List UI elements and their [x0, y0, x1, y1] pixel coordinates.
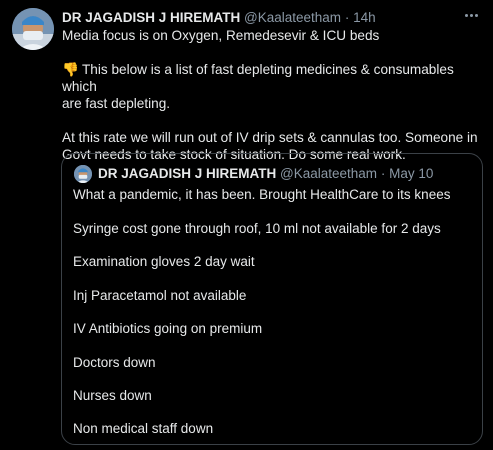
more-options-icon[interactable]: [461, 7, 481, 23]
author-handle[interactable]: @Kaalateetham: [244, 10, 341, 25]
quoted-line: Examination gloves 2 day wait: [73, 254, 255, 269]
quoted-author-name: DR JAGADISH J HIREMATH: [98, 166, 277, 181]
tweet-line: Media focus is on Oxygen, Remedesevir & …: [62, 28, 380, 43]
quoted-line: Inj Paracetamol not available: [73, 288, 247, 303]
quoted-line: Doctors down: [73, 355, 156, 370]
thumbs-down-emoji: 👎: [62, 62, 79, 77]
tweet-line: are fast depleting.: [62, 96, 171, 111]
tweet-header: DR JAGADISH J HIREMATH @Kaalateetham · 1…: [62, 9, 453, 27]
quoted-tweet[interactable]: DR JAGADISH J HIREMATH @Kaalateetham · M…: [61, 153, 483, 445]
quoted-avatar: [74, 165, 92, 183]
separator-dot: ·: [380, 166, 386, 181]
tweet-line: 👎 This below is a list of fast depleting …: [62, 62, 454, 94]
quoted-date: May 10: [389, 166, 434, 181]
quoted-line: Syringe cost gone through roof, 10 ml no…: [73, 221, 441, 236]
quoted-author-handle: @Kaalateetham: [280, 166, 378, 181]
quoted-header: DR JAGADISH J HIREMATH @Kaalateetham · M…: [98, 165, 433, 183]
quoted-line: Non medical staff down: [73, 421, 214, 436]
quoted-avatar-image: [74, 165, 92, 183]
tweet-text: Media focus is on Oxygen, Remedesevir & …: [62, 27, 482, 163]
avatar[interactable]: [12, 8, 54, 50]
timestamp[interactable]: 14h: [353, 10, 376, 25]
separator-dot: ·: [344, 10, 350, 25]
avatar-image: [12, 8, 54, 50]
quoted-line: Nurses down: [73, 388, 152, 403]
tweet[interactable]: DR JAGADISH J HIREMATH @Kaalateetham · 1…: [0, 0, 493, 450]
author-name[interactable]: DR JAGADISH J HIREMATH: [62, 10, 240, 25]
quoted-line: What a pandemic, it has been. Brought He…: [73, 187, 451, 202]
tweet-line: At this rate we will run out of IV drip …: [62, 130, 478, 145]
quoted-line: IV Antibiotics going on premium: [73, 321, 263, 336]
